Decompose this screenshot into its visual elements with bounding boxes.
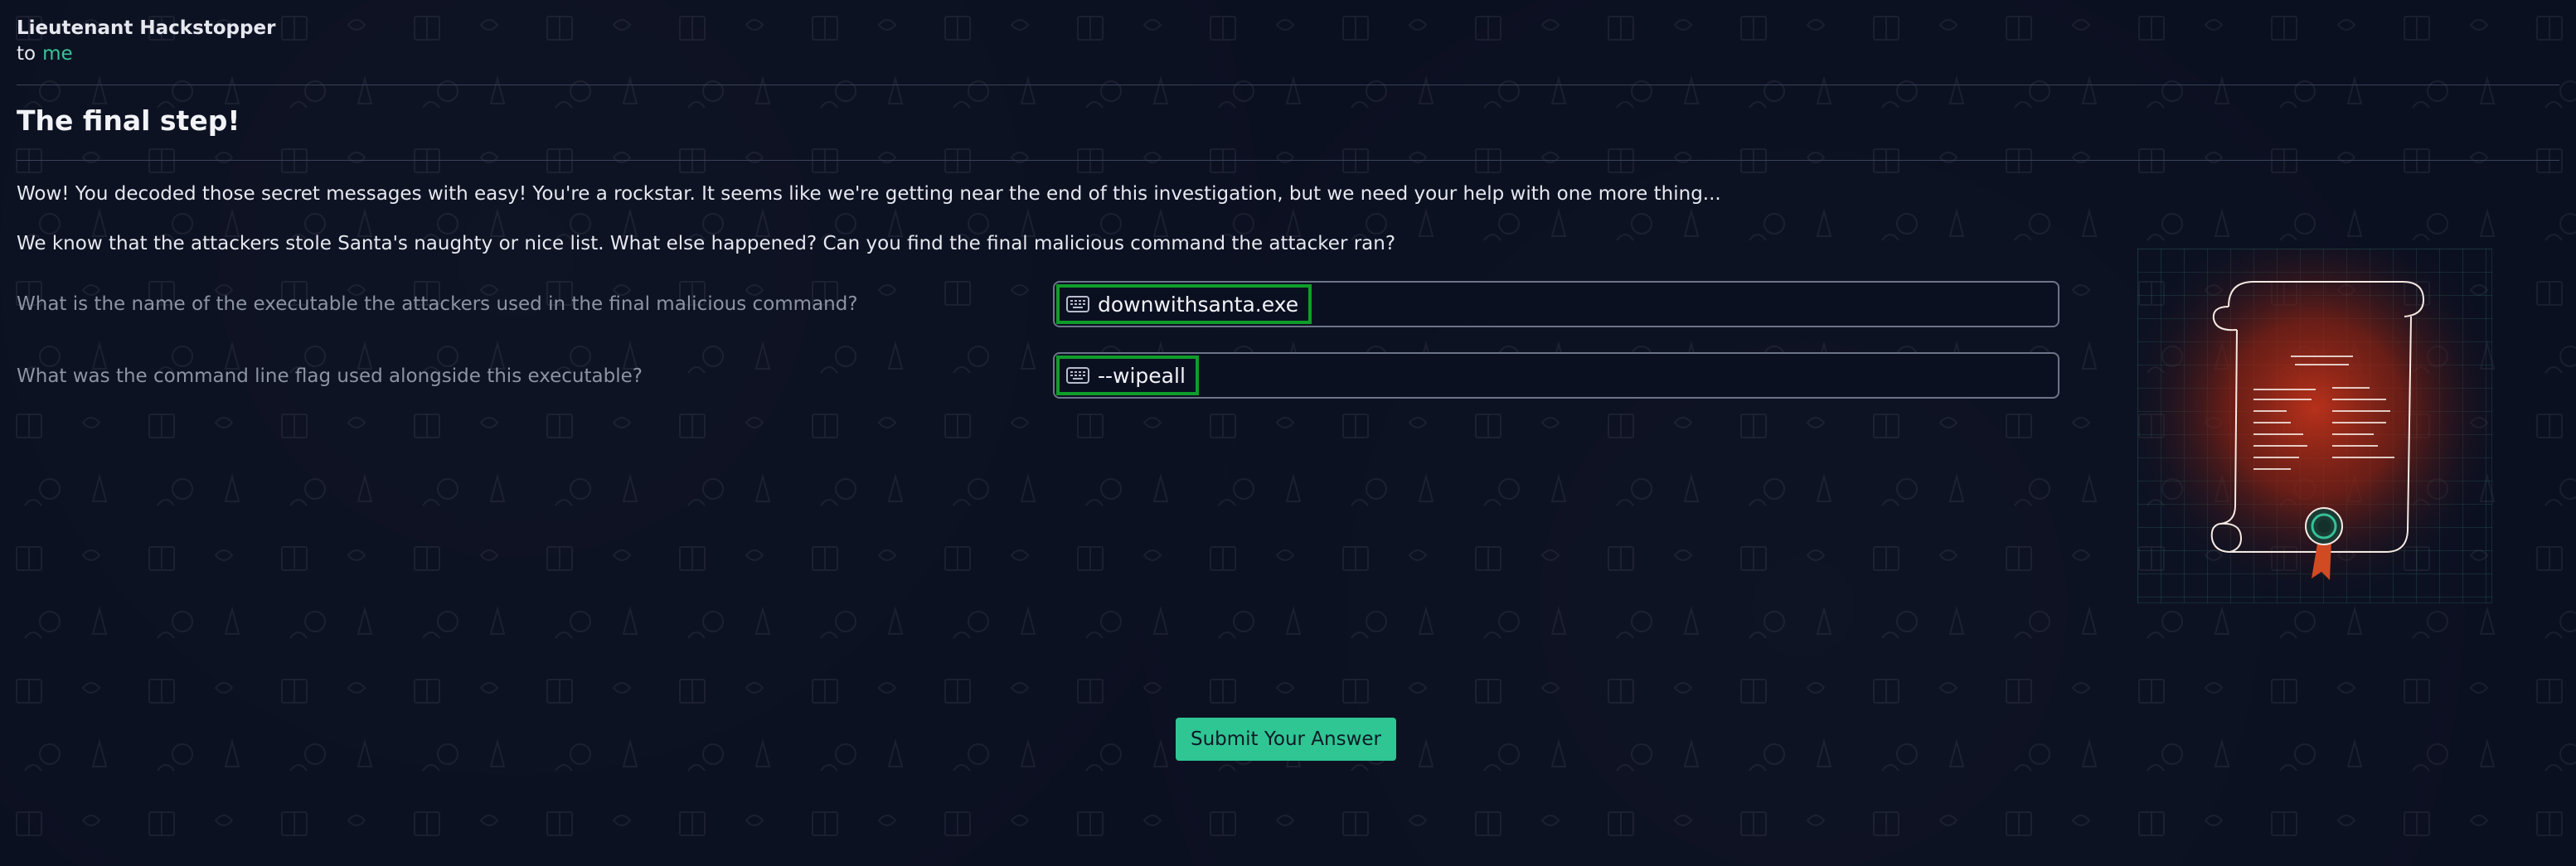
body-paragraph-1: Wow! You decoded those secret messages w… [17, 183, 1721, 205]
sender-name: Lieutenant Hackstopper [17, 17, 276, 39]
question-1-label: What is the name of the executable the a… [17, 293, 858, 315]
question-2-label: What was the command line flag used alon… [17, 365, 643, 387]
email-header: Lieutenant Hackstopper to me [17, 15, 275, 66]
answer-input-2[interactable]: --wipeall [1053, 352, 2059, 399]
keyboard-icon [1066, 296, 1089, 312]
recipient-line: to me [17, 41, 275, 66]
keyboard-icon [1066, 367, 1089, 384]
answer-chip-1[interactable]: downwithsanta.exe [1056, 284, 1312, 324]
scroll-list-icon [2137, 249, 2492, 603]
subject-divider [17, 160, 2559, 161]
recipient-name[interactable]: me [42, 43, 73, 65]
answer-value-1: downwithsanta.exe [1098, 292, 1299, 317]
body-paragraph-2: We know that the attackers stole Santa's… [17, 233, 1396, 254]
answer-chip-2[interactable]: --wipeall [1056, 356, 1199, 395]
submit-answer-button[interactable]: Submit Your Answer [1176, 718, 1396, 761]
to-label: to [17, 43, 36, 65]
answer-input-1[interactable]: downwithsanta.exe [1053, 281, 2059, 327]
email-subject: The final step! [17, 104, 240, 137]
answer-value-2: --wipeall [1098, 363, 1186, 388]
